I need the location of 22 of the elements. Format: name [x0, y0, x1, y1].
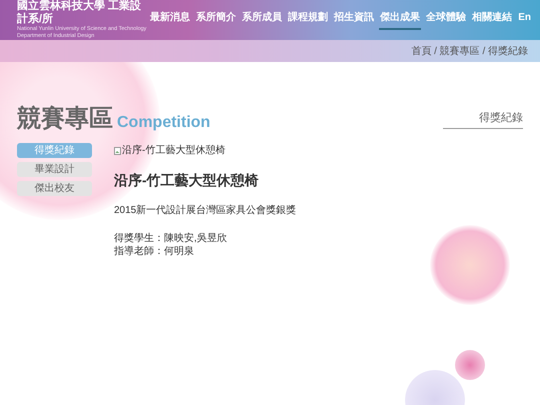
nav-link[interactable]: 系所簡介 [195, 10, 238, 30]
award-text: 2015新一代設計展台灣區家具公會獎銀獎 [114, 204, 296, 218]
broken-image-icon [114, 146, 121, 154]
section-label: 得獎紀錄 [443, 110, 523, 129]
breadcrumb: 首頁 / 競賽專區 / 得獎紀錄 [411, 44, 528, 58]
side-menu-item[interactable]: 傑出校友 [17, 181, 92, 196]
side-menu-item[interactable]: 畢業設計 [17, 162, 92, 177]
credit-line: 得獎學生：陳映安,吳昱欣 [114, 232, 228, 245]
nav-link[interactable]: 相關連結 [471, 10, 514, 30]
nav-link[interactable]: En [517, 10, 532, 30]
nav-link[interactable]: 課程規劃 [287, 10, 330, 30]
nav-link[interactable]: 最新消息 [149, 10, 192, 30]
nav-link[interactable]: 系所成員 [241, 10, 284, 30]
image-alt-text: 沿序-竹工藝大型休憩椅 [122, 144, 226, 158]
page-title: 競賽專區 [17, 107, 113, 131]
nav-link[interactable]: 招生資訊 [333, 10, 376, 30]
page-title-english: Competition [117, 115, 210, 131]
credit-line: 指導老師：何明泉 [114, 245, 195, 258]
article-title: 沿序-竹工藝大型休憩椅 [114, 171, 260, 190]
nav-link[interactable]: 全球體驗 [425, 10, 468, 30]
nav-link[interactable]: 傑出成果 [379, 10, 422, 30]
side-menu-item[interactable]: 得獎紀錄 [17, 143, 92, 158]
